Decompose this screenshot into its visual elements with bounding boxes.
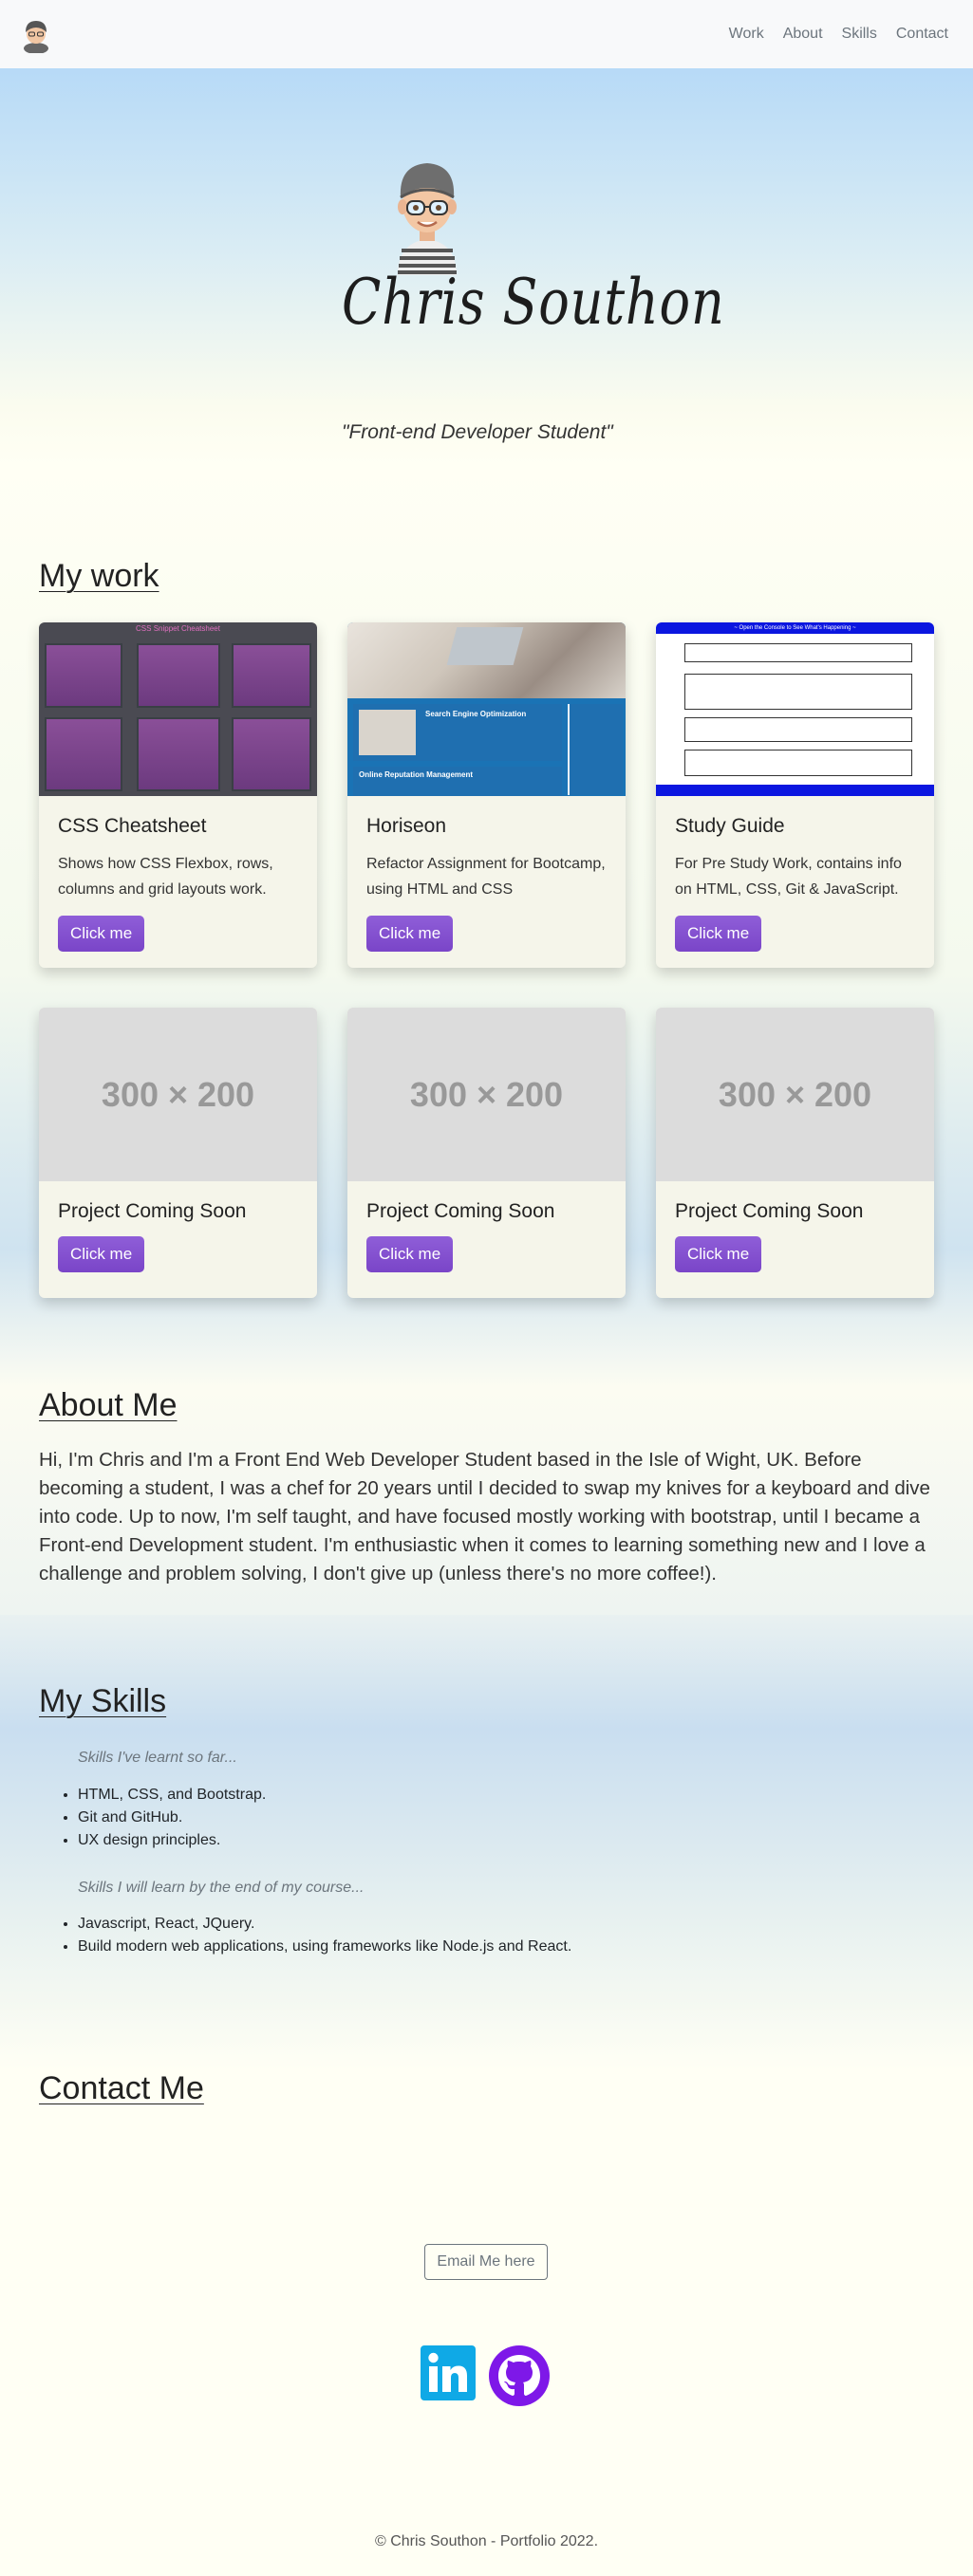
project-card: Search Engine Optimization Online Reputa…	[347, 622, 626, 968]
project-button[interactable]: Click me	[58, 1236, 145, 1272]
thumbnail-title: ~ Open the Console to See What's Happeni…	[656, 622, 934, 634]
memoji-avatar-icon	[398, 163, 457, 275]
skills-learnt-list: HTML, CSS, and Bootstrap. Git and GitHub…	[78, 1784, 266, 1852]
about-section: About Me Hi, I'm Chris and I'm a Front E…	[0, 1387, 973, 1615]
hero-role: "Front-end Developer Student"	[342, 421, 613, 443]
project-title: Study Guide	[675, 815, 785, 837]
coming-soon-card: 300 × 200 Project Coming Soon Click me	[39, 1008, 317, 1298]
project-title: Project Coming Soon	[58, 1200, 247, 1222]
list-item: UX design principles.	[78, 1829, 266, 1852]
footer-text: © Chris Southon - Portfolio 2022.	[374, 2533, 599, 2549]
email-button[interactable]: Email Me here	[424, 2244, 548, 2280]
project-thumbnail: CSS Snippet Cheatsheet	[39, 622, 317, 796]
linkedin-icon	[421, 2345, 476, 2400]
project-title: Horiseon	[366, 815, 447, 837]
navbar: Work About Skills Contact	[0, 0, 973, 68]
coming-soon-card: 300 × 200 Project Coming Soon Click me	[347, 1008, 626, 1298]
project-button[interactable]: Click me	[58, 916, 145, 952]
skills-section: My Skills Skills I've learnt so far... H…	[0, 1615, 973, 2070]
contact-heading: Contact Me	[39, 2070, 204, 2106]
project-thumbnail: Search Engine Optimization Online Reputa…	[347, 622, 626, 796]
placeholder-image: 300 × 200	[347, 1008, 626, 1181]
project-title: Project Coming Soon	[675, 1200, 864, 1222]
work-section: My work CSS Snippet Cheatsheet CSS Cheat…	[0, 467, 973, 1387]
about-text: Hi, I'm Chris and I'm a Front End Web De…	[39, 1449, 930, 1585]
project-description: Refactor Assignment for Bootcamp, using …	[366, 856, 606, 898]
nav-link-contact[interactable]: Contact	[894, 22, 950, 46]
project-thumbnail: ~ Open the Console to See What's Happeni…	[656, 622, 934, 796]
skills-heading: My Skills	[39, 1683, 167, 1719]
project-button[interactable]: Click me	[675, 916, 762, 952]
contact-section: Contact Me Email Me here © Chris Southon…	[0, 2070, 973, 2576]
project-button[interactable]: Click me	[366, 916, 454, 952]
project-card: CSS Snippet Cheatsheet CSS Cheatsheet Sh…	[39, 622, 317, 968]
project-title: CSS Cheatsheet	[58, 815, 207, 837]
placeholder-image: 300 × 200	[39, 1008, 317, 1181]
thumbnail-title: CSS Snippet Cheatsheet	[136, 624, 220, 633]
work-heading: My work	[39, 558, 159, 594]
coming-soon-card: 300 × 200 Project Coming Soon Click me	[656, 1008, 934, 1298]
memoji-avatar-icon	[24, 21, 48, 54]
project-card: ~ Open the Console to See What's Happeni…	[656, 622, 934, 968]
list-item: Javascript, React, JQuery.	[78, 1913, 571, 1936]
project-button[interactable]: Click me	[366, 1236, 454, 1272]
nav-link-about[interactable]: About	[781, 22, 825, 46]
github-icon	[489, 2345, 550, 2406]
placeholder-image: 300 × 200	[656, 1008, 934, 1181]
project-title: Project Coming Soon	[366, 1200, 555, 1222]
list-item: Git and GitHub.	[78, 1807, 266, 1829]
about-heading: About Me	[39, 1387, 178, 1423]
thumbnail-title-2: Online Reputation Management	[359, 770, 474, 779]
list-item: HTML, CSS, and Bootstrap.	[78, 1784, 266, 1807]
nav-logo[interactable]	[19, 15, 53, 54]
linkedin-link[interactable]	[421, 2345, 476, 2411]
skills-future-caption: Skills I will learn by the end of my cou…	[78, 1880, 365, 1896]
hero-name: Chris Southon	[342, 266, 725, 339]
nav-link-skills[interactable]: Skills	[840, 22, 879, 46]
skills-learnt-caption: Skills I've learnt so far...	[78, 1750, 237, 1766]
social-links	[421, 2345, 550, 2411]
thumbnail-title: Search Engine Optimization	[425, 710, 527, 718]
skills-future-list: Javascript, React, JQuery. Build modern …	[78, 1913, 571, 1958]
project-button[interactable]: Click me	[675, 1236, 762, 1272]
list-item: Build modern web applications, using fra…	[78, 1936, 571, 1958]
hero: Chris Southon "Front-end Developer Stude…	[0, 68, 973, 467]
project-description: For Pre Study Work, contains info on HTM…	[675, 856, 902, 898]
project-description: Shows how CSS Flexbox, rows, columns and…	[58, 856, 273, 898]
nav-link-work[interactable]: Work	[727, 22, 766, 46]
nav-links: Work About Skills Contact	[727, 22, 950, 46]
github-link[interactable]	[489, 2345, 550, 2411]
